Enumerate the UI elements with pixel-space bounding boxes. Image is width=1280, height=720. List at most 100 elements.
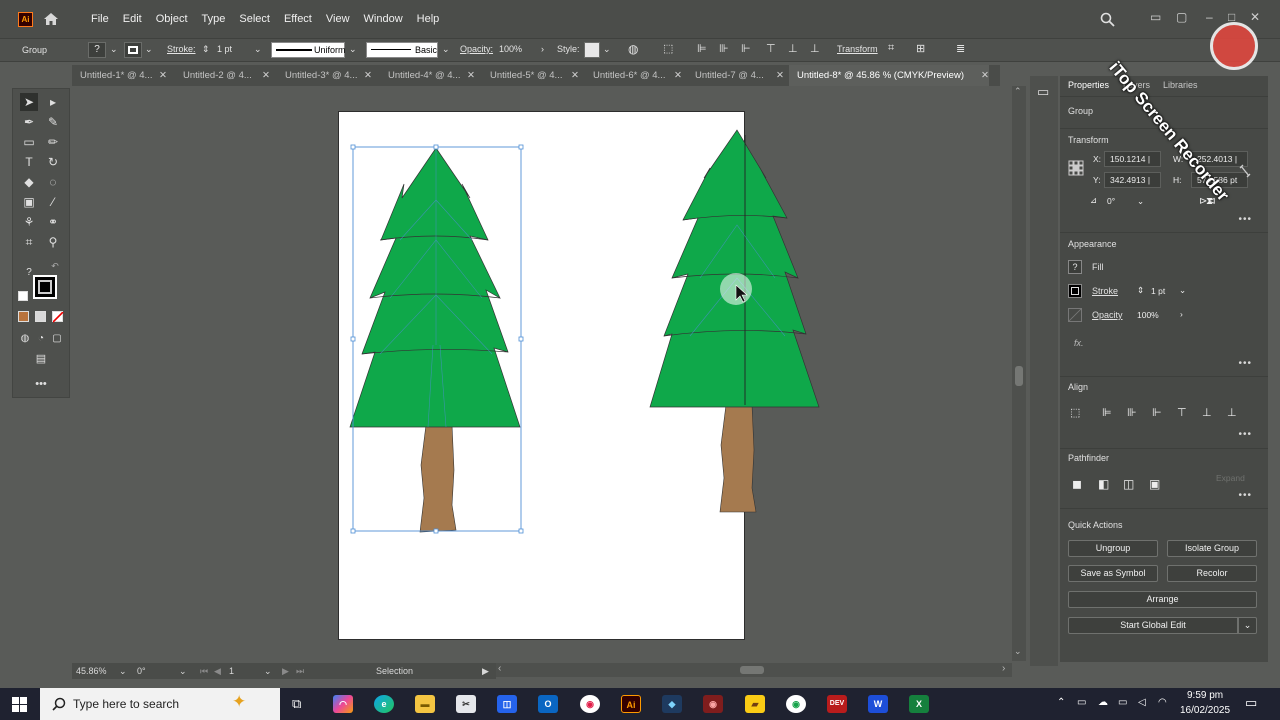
arrange-button[interactable]: Arrange bbox=[1068, 591, 1257, 608]
fill-small-icon[interactable] bbox=[18, 291, 28, 301]
exclude-icon[interactable]: ▣ bbox=[1149, 477, 1160, 491]
home-icon[interactable] bbox=[43, 12, 59, 26]
stroke-swatch-icon[interactable] bbox=[1068, 284, 1082, 298]
tab-untitled-8[interactable]: Untitled-8* @ 45.86 % (CMYK/Preview) ✕ bbox=[789, 65, 989, 86]
gradient-mode-icon[interactable] bbox=[35, 311, 46, 322]
chevron-down-icon[interactable]: ⌄ bbox=[442, 44, 450, 55]
notification-icon[interactable]: ▭ bbox=[1245, 695, 1257, 711]
scroll-thumb[interactable] bbox=[740, 666, 764, 674]
task-view-icon[interactable]: ⧉ bbox=[292, 696, 301, 712]
recolor-button[interactable]: Recolor bbox=[1167, 565, 1257, 582]
chevron-down-icon[interactable]: ⌄ bbox=[254, 44, 262, 55]
sticky-notes-icon[interactable]: ▰ bbox=[745, 695, 765, 713]
tab-properties[interactable]: Properties bbox=[1068, 80, 1109, 90]
prev-artboard-icon[interactable]: ◀ bbox=[214, 666, 221, 677]
store-icon[interactable]: ◫ bbox=[497, 695, 517, 713]
artboard[interactable] bbox=[338, 111, 745, 640]
clock-date[interactable]: 16/02/2025 bbox=[1180, 705, 1230, 716]
zoom-tool-icon[interactable]: ⚲ bbox=[44, 233, 62, 251]
scroll-up-icon[interactable]: ⌃ bbox=[1014, 86, 1022, 97]
align-bottom-icon[interactable]: ⊥ bbox=[810, 42, 820, 55]
stroke-label[interactable]: Stroke bbox=[1092, 286, 1118, 296]
excel-icon[interactable]: X bbox=[909, 695, 929, 713]
x-field[interactable]: 150.1214 | bbox=[1104, 151, 1161, 167]
network-drive-icon[interactable]: ▭ bbox=[1077, 697, 1086, 708]
arrange-docs-icon[interactable]: ⊞ bbox=[916, 42, 925, 55]
search-icon[interactable] bbox=[1100, 12, 1115, 27]
close-icon[interactable]: ✕ bbox=[571, 65, 579, 86]
align-right-icon[interactable]: ⊩ bbox=[741, 42, 751, 55]
start-global-edit-button[interactable]: Start Global Edit bbox=[1068, 617, 1238, 634]
pen-tool-icon[interactable]: ✒ bbox=[20, 113, 38, 131]
isolate-group-button[interactable]: Isolate Group bbox=[1167, 540, 1257, 557]
zoom-field[interactable]: 45.86% bbox=[76, 666, 107, 676]
illustrator-icon[interactable]: Ai bbox=[621, 695, 641, 713]
close-icon[interactable]: ✕ bbox=[262, 65, 270, 86]
close-icon[interactable]: ✕ bbox=[981, 65, 989, 86]
shape-builder-tool-icon[interactable]: ⚭ bbox=[44, 213, 62, 231]
taskbar-search[interactable]: Type here to search ✦ bbox=[40, 688, 280, 720]
artboard-tool-icon[interactable]: ⌗ bbox=[20, 233, 38, 251]
save-as-symbol-button[interactable]: Save as Symbol bbox=[1068, 565, 1158, 582]
stepper-icon[interactable]: ⇕ bbox=[202, 44, 210, 55]
opacity-value[interactable]: 100% bbox=[1137, 310, 1159, 320]
color-mode-icon[interactable] bbox=[18, 311, 29, 322]
opacity-label[interactable]: Opacity bbox=[1092, 310, 1123, 320]
windows-start-icon[interactable] bbox=[12, 697, 27, 712]
recolor-icon[interactable]: ◍ bbox=[628, 42, 638, 56]
clock-time[interactable]: 9:59 pm bbox=[1187, 690, 1223, 701]
isolate-icon[interactable]: ⌗ bbox=[888, 42, 894, 55]
devcpp-icon[interactable]: DEV bbox=[827, 695, 847, 713]
edge-icon[interactable]: e bbox=[374, 695, 394, 713]
align-middle-icon[interactable]: ⊥ bbox=[788, 42, 798, 55]
more-options-icon[interactable]: ••• bbox=[1238, 214, 1252, 225]
arrange-icon[interactable]: ▭ bbox=[1150, 10, 1161, 24]
none-mode-icon[interactable] bbox=[52, 311, 64, 323]
chevron-down-icon[interactable]: ⌄ bbox=[1238, 617, 1257, 634]
chevron-down-icon[interactable]: ⌄ bbox=[264, 666, 272, 677]
lasso-tool-icon[interactable]: ◌ bbox=[44, 173, 62, 191]
opacity-label[interactable]: Opacity: bbox=[460, 44, 493, 54]
copilot-spark-icon[interactable]: ✦ bbox=[232, 692, 246, 712]
speaker-icon[interactable]: ◁ bbox=[1138, 697, 1146, 708]
tab-untitled-4[interactable]: Untitled-4* @ 4... ✕ bbox=[380, 65, 475, 86]
close-icon[interactable]: ✕ bbox=[159, 65, 167, 86]
align-bottom-icon[interactable]: ⊥ bbox=[1227, 406, 1237, 419]
word-icon[interactable]: W bbox=[868, 695, 888, 713]
intersect-icon[interactable]: ◫ bbox=[1123, 477, 1134, 491]
tab-untitled-7[interactable]: Untitled-7 @ 4... ✕ bbox=[687, 65, 784, 86]
screen-mode-icon[interactable]: ▤ bbox=[32, 349, 50, 367]
stroke-weight-value[interactable]: 1 pt bbox=[1151, 286, 1165, 296]
copilot-icon[interactable]: ◠ bbox=[333, 695, 353, 713]
chevron-down-icon[interactable]: ⌄ bbox=[1137, 196, 1144, 207]
menu-effect[interactable]: Effect bbox=[277, 11, 319, 27]
align-to-icon[interactable]: ⬚ bbox=[663, 42, 673, 55]
outlook-icon[interactable]: O bbox=[538, 695, 558, 713]
menu-select[interactable]: Select bbox=[232, 11, 277, 27]
curvature-tool-icon[interactable]: ✎ bbox=[44, 113, 62, 131]
chevron-down-icon[interactable]: ⌄ bbox=[349, 44, 357, 55]
snipping-tool-icon[interactable]: ✂ bbox=[456, 695, 476, 713]
close-icon[interactable]: ✕ bbox=[467, 65, 475, 86]
menu-edit[interactable]: Edit bbox=[116, 11, 149, 27]
type-tool-icon[interactable]: T bbox=[20, 153, 38, 171]
draw-inside-icon[interactable]: ▢ bbox=[48, 329, 66, 347]
rotate-tool-icon[interactable]: ↻ bbox=[44, 153, 62, 171]
align-vcenter-icon[interactable]: ⊥ bbox=[1202, 406, 1212, 419]
reference-point-icon[interactable] bbox=[1068, 160, 1084, 176]
close-button[interactable]: ✕ bbox=[1250, 10, 1260, 24]
onedrive-icon[interactable]: ☁ bbox=[1098, 697, 1108, 708]
status-menu-icon[interactable]: ▶ bbox=[482, 666, 489, 677]
eraser-tool-icon[interactable]: ◆ bbox=[20, 173, 38, 191]
horizontal-scrollbar[interactable]: ‹ › bbox=[496, 663, 1012, 677]
direct-selection-tool-icon[interactable]: ▸ bbox=[44, 93, 62, 111]
y-field[interactable]: 342.4913 | bbox=[1104, 172, 1161, 188]
graphic-style-swatch[interactable] bbox=[584, 42, 600, 58]
close-icon[interactable]: ✕ bbox=[674, 65, 682, 86]
opacity-field[interactable]: 100% bbox=[499, 44, 522, 54]
battery-icon[interactable]: ▭ bbox=[1118, 697, 1127, 708]
more-options-icon[interactable]: ••• bbox=[1238, 358, 1252, 369]
tab-untitled-2[interactable]: Untitled-2 @ 4... ✕ bbox=[175, 65, 270, 86]
align-left-icon[interactable]: ⊫ bbox=[1102, 406, 1112, 419]
close-icon[interactable]: ✕ bbox=[364, 65, 372, 86]
